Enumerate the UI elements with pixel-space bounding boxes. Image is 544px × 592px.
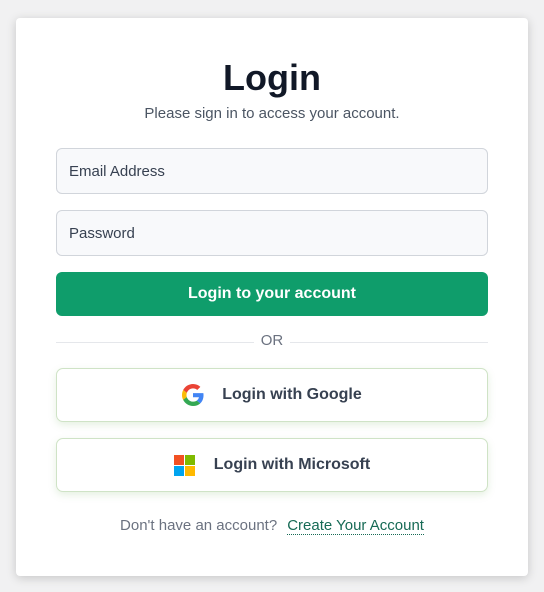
page-subtitle: Please sign in to access your account.	[144, 105, 400, 122]
page-title: Login	[223, 57, 321, 98]
microsoft-icon	[174, 454, 196, 476]
login-card: Login Please sign in to access your acco…	[16, 18, 528, 576]
signup-prompt-text: Don't have an account?	[120, 517, 278, 534]
google-login-label: Login with Google	[222, 386, 362, 403]
password-field[interactable]	[56, 210, 488, 256]
login-button[interactable]: Login to your account	[56, 272, 488, 316]
email-field[interactable]	[56, 148, 488, 194]
microsoft-login-label: Login with Microsoft	[213, 456, 371, 473]
signup-prompt: Don't have an account? Create Your Accoun…	[16, 516, 528, 536]
create-account-link[interactable]: Create Your Account	[287, 517, 424, 535]
or-divider: OR	[56, 331, 488, 353]
divider-label: OR	[260, 332, 284, 349]
google-icon	[182, 384, 204, 406]
microsoft-login-button[interactable]: Login with Microsoft	[56, 438, 488, 492]
divider-line-right	[290, 342, 488, 343]
google-login-button[interactable]: Login with Google	[56, 368, 488, 422]
